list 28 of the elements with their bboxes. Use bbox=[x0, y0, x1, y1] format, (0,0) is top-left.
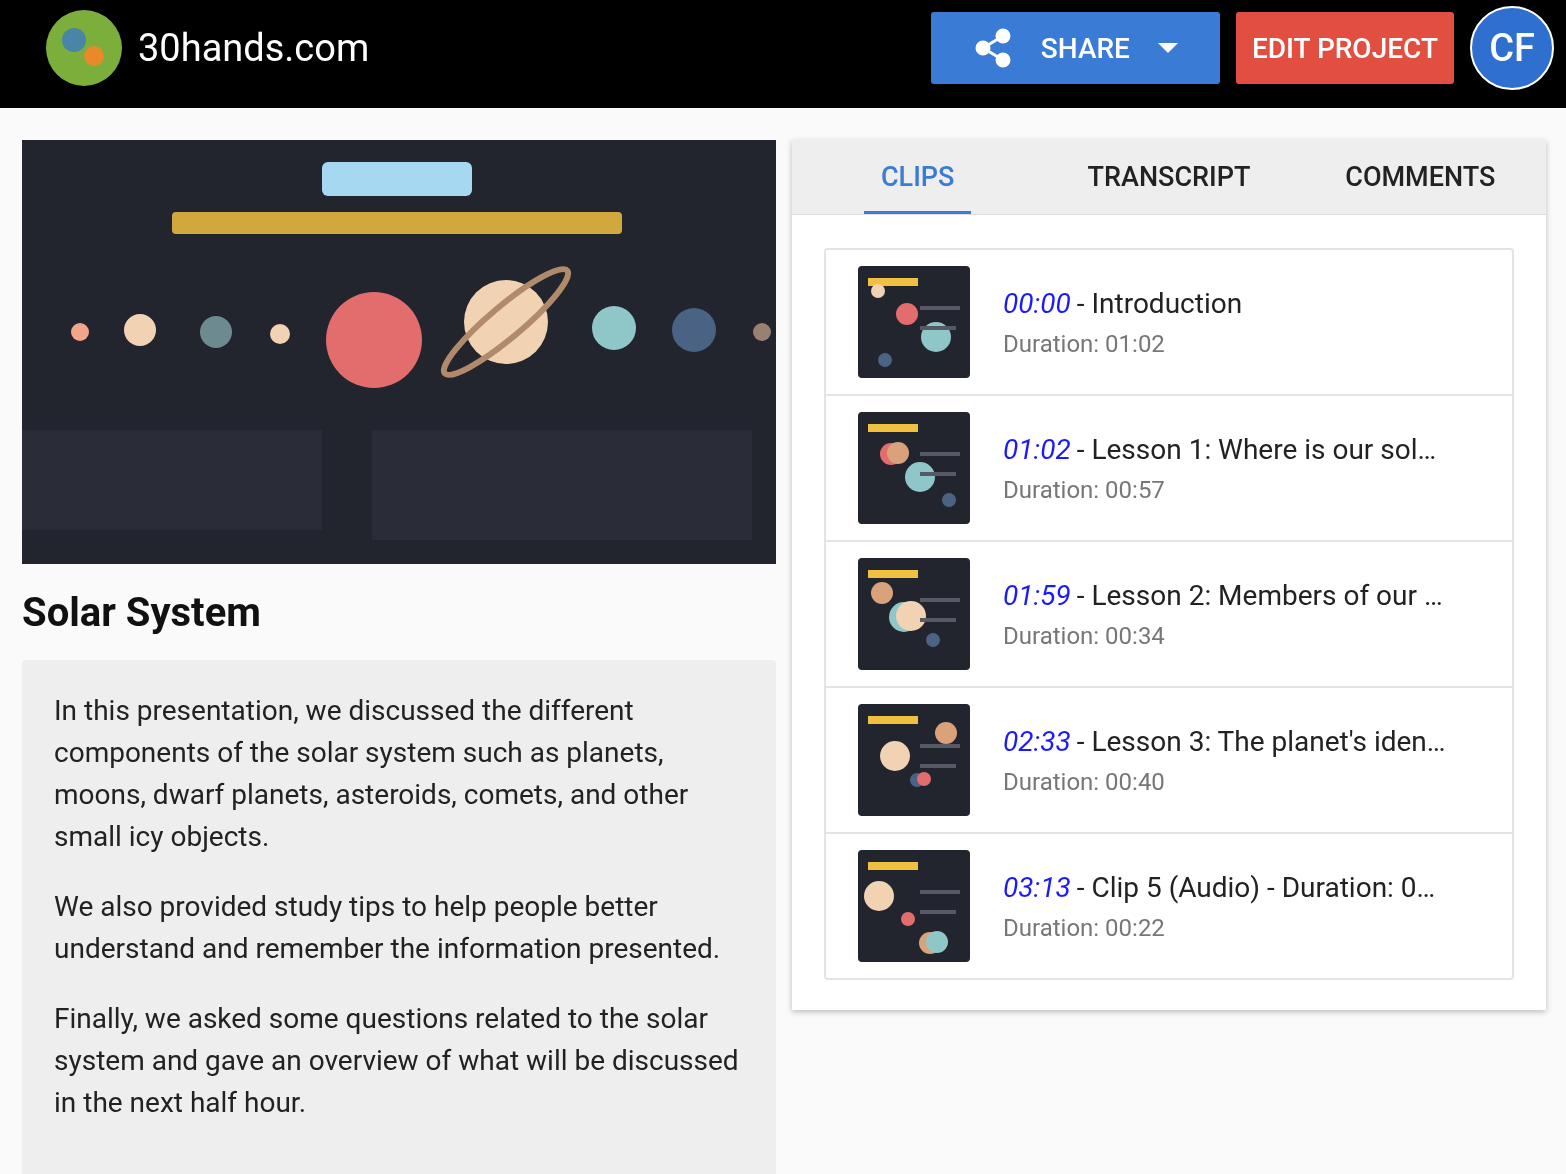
description-paragraph: Finally, we asked some questions related to the solar system and gave an overview of what will be discussed in the next half hour. bbox=[54, 1001, 740, 1121]
project-title: Solar System bbox=[22, 588, 262, 638]
clip-title[interactable]: - Lesson 3: The planet's iden… bbox=[1076, 724, 1446, 758]
tab[interactable]: TRANSCRIPT bbox=[1043, 140, 1295, 214]
clip-duration: Duration: 00:34 bbox=[1003, 621, 1166, 650]
logo-icon bbox=[46, 10, 122, 86]
clip-title[interactable]: - Clip 5 (Audio) - Duration: 0… bbox=[1076, 870, 1436, 904]
tab[interactable]: CLIPS bbox=[792, 140, 1044, 214]
clip-timestamp-link[interactable]: 03:13 bbox=[1003, 870, 1071, 904]
clip-timestamp-link[interactable]: 01:02 bbox=[1003, 432, 1071, 466]
clip-duration: Duration: 00:40 bbox=[1003, 767, 1166, 796]
edit-project-button[interactable]: EDIT PROJECT bbox=[1235, 12, 1454, 84]
tab[interactable]: COMMENTS bbox=[1294, 140, 1546, 214]
clip-timestamp-link[interactable]: 00:00 bbox=[1003, 286, 1071, 320]
clip-duration: Duration: 00:22 bbox=[1003, 913, 1166, 942]
clip-timestamp-link[interactable]: 02:33 bbox=[1003, 724, 1071, 758]
caret-icon bbox=[1157, 43, 1178, 53]
share-button[interactable]: SHARE bbox=[930, 12, 1220, 84]
clip-duration: Duration: 01:02 bbox=[1003, 329, 1166, 358]
site-name[interactable]: 30hands.com bbox=[138, 26, 370, 70]
clip-title[interactable]: - Lesson 1: Where is our sol… bbox=[1076, 432, 1437, 466]
clip-duration: Duration: 00:57 bbox=[1003, 475, 1166, 504]
description-paragraph: In this presentation, we discussed the different components of the solar system such as planets, moons, dwarf planets, asteroids, comets, and other small icy objects. bbox=[54, 693, 690, 855]
clip-timestamp-link[interactable]: 01:59 bbox=[1003, 578, 1071, 612]
user-avatar[interactable]: CF bbox=[1470, 6, 1554, 90]
description-paragraph: We also provided study tips to help people better understand and remember the information presented. bbox=[54, 889, 722, 967]
clip-title[interactable]: - Lesson 2: Members of our … bbox=[1076, 578, 1443, 612]
clip-title[interactable]: - Introduction bbox=[1076, 286, 1243, 320]
